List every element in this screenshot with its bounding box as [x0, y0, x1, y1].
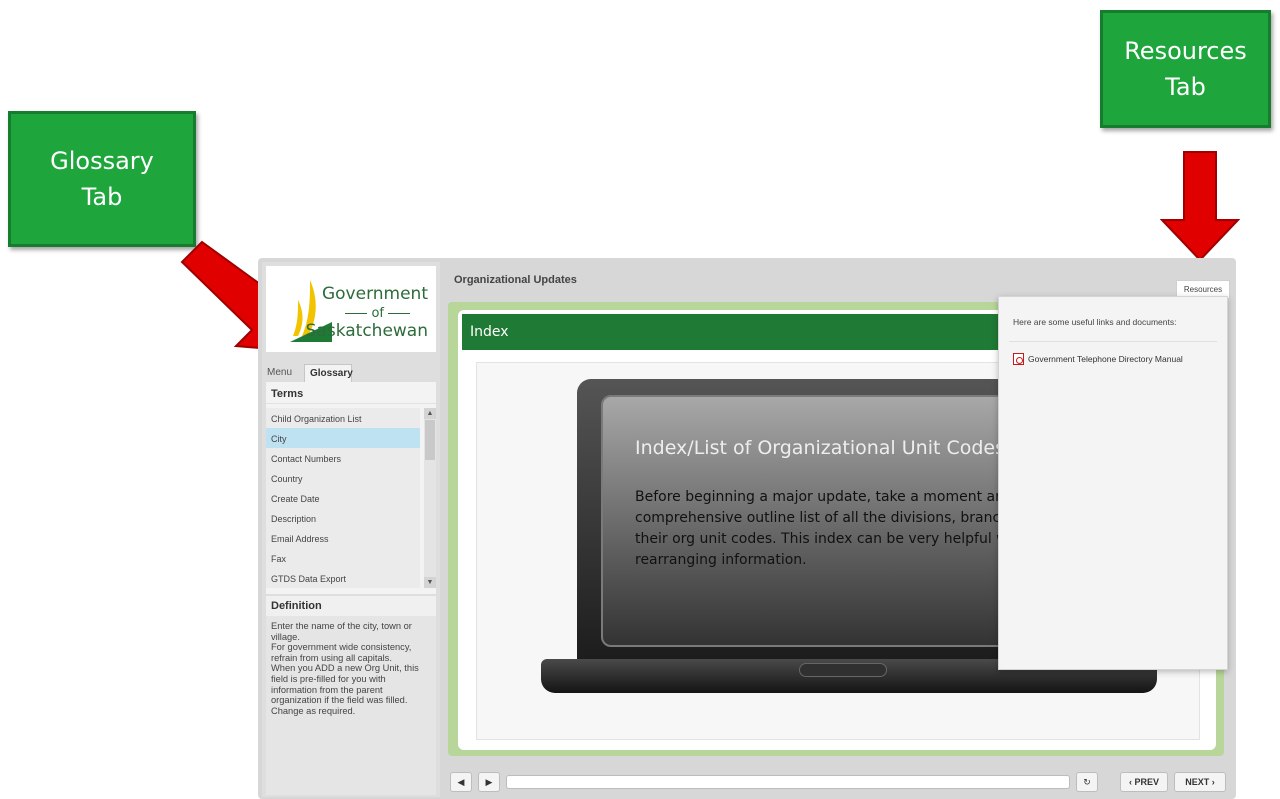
- prev-button[interactable]: ‹ PREV: [1120, 772, 1168, 792]
- slide-heading: Index/List of Organizational Unit Codes: [635, 437, 1005, 459]
- glossary-term-item[interactable]: Country: [266, 468, 420, 488]
- index-title: Index: [470, 324, 509, 340]
- glossary-term-item[interactable]: Create Date: [266, 488, 420, 508]
- logo-line-government: Government: [321, 284, 428, 304]
- resources-tab-callout: Resources Tab: [1100, 10, 1271, 128]
- replay-icon[interactable]: ↻: [1076, 772, 1098, 792]
- glossary-term-item[interactable]: Fax: [266, 548, 420, 568]
- glossary-term-item[interactable]: Contact Numbers: [266, 448, 420, 468]
- resource-link-label[interactable]: Government Telephone Directory Manual: [1028, 354, 1183, 364]
- scroll-down-icon[interactable]: ▼: [424, 577, 436, 588]
- scroll-up-icon[interactable]: ▲: [424, 408, 436, 419]
- resources-divider: [1009, 341, 1217, 342]
- glossary-tab-callout: Glossary Tab: [8, 111, 196, 247]
- speaker-icon[interactable]: ◀: [450, 772, 472, 792]
- resources-arrow-icon: [1160, 151, 1240, 262]
- definition-header: Definition: [266, 596, 436, 616]
- tab-menu[interactable]: Menu: [262, 364, 306, 382]
- resource-link-telephone-manual[interactable]: Government Telephone Directory Manual: [1013, 353, 1183, 365]
- callout-glossary-line2: Tab: [81, 183, 123, 211]
- glossary-term-item[interactable]: City: [266, 428, 420, 448]
- logo-line-of: of: [341, 306, 414, 321]
- glossary-term-item[interactable]: Description: [266, 508, 420, 528]
- definition-text: Enter the name of the city, town or vill…: [271, 621, 419, 716]
- next-button[interactable]: NEXT ›: [1174, 772, 1226, 792]
- resources-popup: Here are some useful links and documents…: [998, 296, 1228, 670]
- terms-scrollbar[interactable]: ▲ ▼: [424, 408, 436, 588]
- progress-bar[interactable]: [506, 775, 1070, 789]
- scroll-thumb[interactable]: [425, 420, 435, 460]
- callout-resources-line2: Tab: [1165, 73, 1206, 101]
- tab-glossary[interactable]: Glossary: [304, 364, 353, 382]
- logo-line-saskatchewan: Saskatchewan: [305, 321, 428, 341]
- definition-panel: Definition Enter the name of the city, t…: [266, 596, 436, 795]
- glossary-term-item[interactable]: Child Organization List: [266, 408, 420, 428]
- glossary-term-item[interactable]: Email Address: [266, 528, 420, 548]
- pdf-icon: [1013, 353, 1024, 365]
- glossary-terms-panel: Terms Child Organization List City Contact…: [266, 382, 436, 594]
- course-player: Government of Saskatchewan Menu Glossary…: [258, 258, 1236, 799]
- play-icon[interactable]: ▶: [478, 772, 500, 792]
- government-logo: Government of Saskatchewan: [266, 266, 436, 352]
- resources-intro: Here are some useful links and documents…: [1013, 317, 1177, 327]
- course-title: Organizational Updates: [454, 274, 577, 286]
- glossary-term-item[interactable]: GTDS Data Export: [266, 568, 420, 588]
- laptop-slot: [799, 663, 887, 677]
- callout-resources-line1: Resources: [1124, 37, 1247, 65]
- callout-glossary-line1: Glossary: [50, 147, 154, 175]
- left-panel: Government of Saskatchewan Menu Glossary…: [262, 262, 440, 797]
- terms-list: Child Organization List City Contact Numbe…: [266, 408, 420, 588]
- terms-header: Terms: [266, 382, 436, 404]
- player-controls: ◀ ▶ ↻ ‹ PREV NEXT ›: [448, 768, 1228, 794]
